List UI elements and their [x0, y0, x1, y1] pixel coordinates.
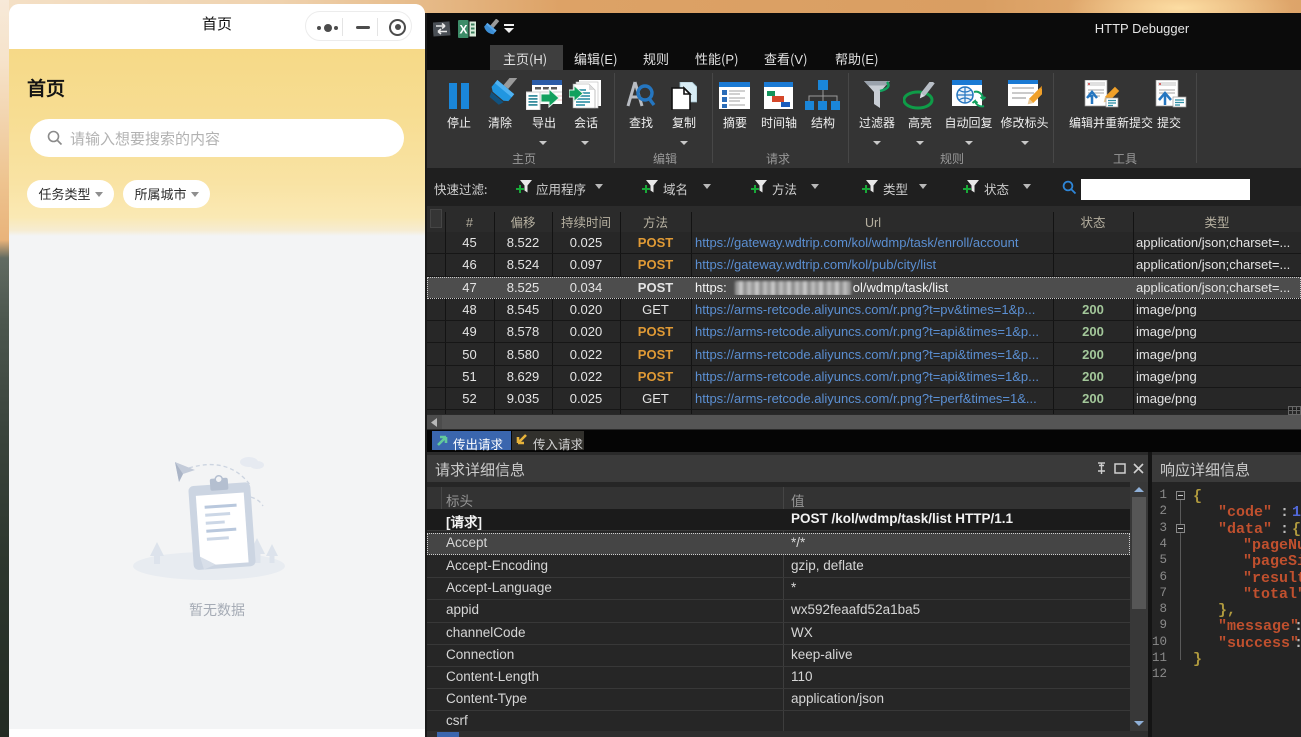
svg-text:X: X — [460, 23, 468, 37]
